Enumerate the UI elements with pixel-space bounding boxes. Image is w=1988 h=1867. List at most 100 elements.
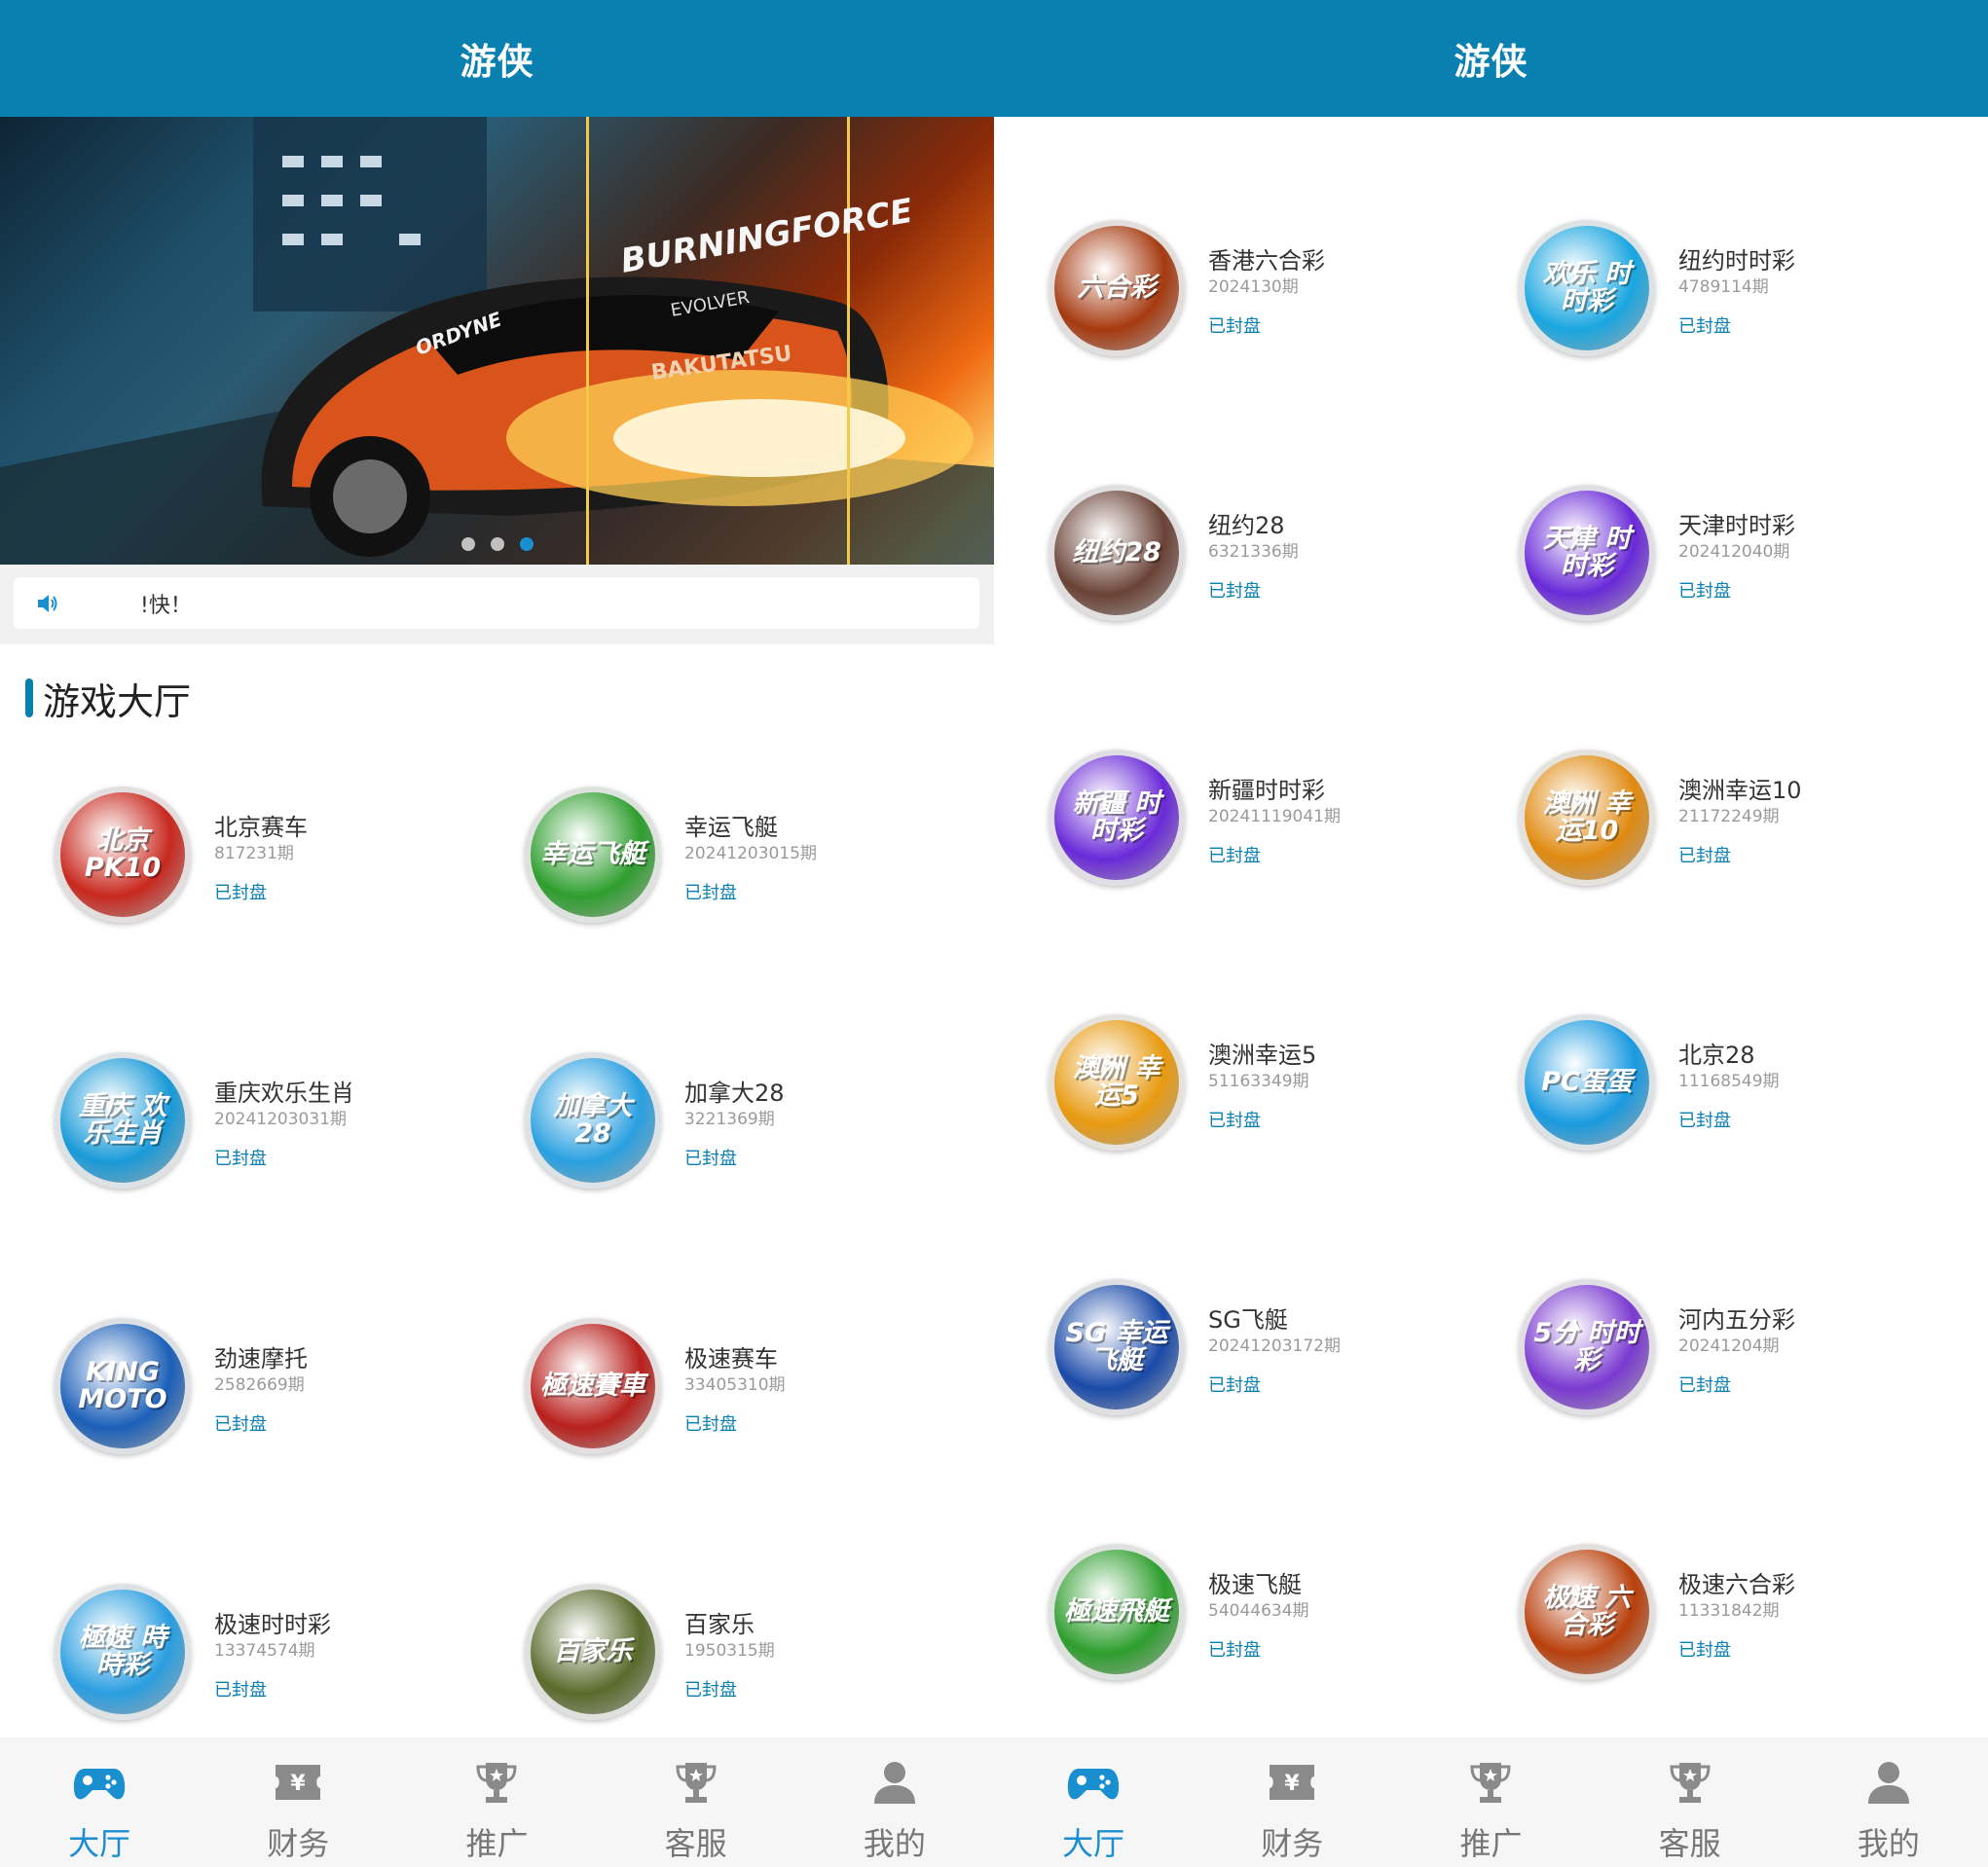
game-logo-icon[interactable]: 百家乐 (525, 1584, 661, 1720)
game-card[interactable]: 天津 时时彩 天津时时彩 202412040期 已封盘 (1519, 485, 1986, 631)
game-logo-icon[interactable]: 極速飛艇 (1049, 1544, 1185, 1680)
game-card[interactable]: 极速 六合彩 极速六合彩 11331842期 已封盘 (1519, 1544, 1986, 1690)
banner-car-text-1: BURNINGFORCE (618, 192, 916, 281)
lobby-screen-right: 游侠 六合彩 香港六合彩 2024130期 已封盘 欢乐 时时彩 纽约时时彩 4789114… (994, 0, 1988, 1867)
game-card[interactable]: 新疆 时时彩 新疆时时彩 20241119041期 已封盘 (1049, 750, 1516, 896)
tab-item[interactable]: 大厅 (26, 1738, 172, 1867)
game-issue-number: 54044634期 (1208, 1601, 1309, 1621)
game-logo-icon[interactable]: 加拿大28 (525, 1052, 661, 1189)
game-issue-number: 20241203031期 (214, 1110, 347, 1129)
tab-label: 客服 (664, 1825, 727, 1862)
game-logo-icon[interactable]: 六合彩 (1049, 220, 1185, 356)
game-card[interactable]: 纽约28 纽约28 6321336期 已封盘 (1049, 485, 1516, 631)
tab-item[interactable]: 推广 (423, 1738, 570, 1867)
trophy-icon (1470, 1763, 1511, 1803)
game-name: 北京28 (1678, 1042, 1755, 1069)
game-issue-number: 3221369期 (684, 1110, 775, 1129)
game-logo-icon[interactable]: 極速賽車 (525, 1318, 661, 1454)
game-logo-text: 百家乐 (553, 1635, 633, 1666)
game-logo-icon[interactable]: 澳洲 幸运5 (1049, 1014, 1185, 1151)
section-accent-bar (25, 678, 33, 717)
tab-item[interactable]: 客服 (1617, 1738, 1763, 1867)
game-logo-icon[interactable]: KING MOTO (55, 1318, 191, 1454)
game-logo-icon[interactable]: 澳洲 幸运10 (1519, 750, 1655, 886)
game-card[interactable]: 重庆 欢乐生肖 重庆欢乐生肖 20241203031期 已封盘 (55, 1052, 522, 1198)
game-card[interactable]: SG 幸运飞艇 SG飞艇 20241203172期 已封盘 (1049, 1279, 1516, 1425)
game-card[interactable]: 幸运飞艇 幸运飞艇 20241203015期 已封盘 (525, 787, 992, 933)
game-logo-icon[interactable]: PC蛋蛋 (1519, 1014, 1655, 1151)
game-logo-text: 幸运飞艇 (540, 838, 645, 869)
game-name: 极速六合彩 (1678, 1571, 1795, 1598)
user-icon (1867, 1762, 1909, 1804)
game-logo-icon[interactable]: 极速 六合彩 (1519, 1544, 1655, 1680)
game-logo-icon[interactable]: 纽约28 (1049, 485, 1185, 621)
game-logo-text: 纽约28 (1072, 536, 1161, 567)
game-card[interactable]: PC蛋蛋 北京28 11168549期 已封盘 (1519, 1014, 1986, 1160)
carousel-dot[interactable] (490, 537, 504, 551)
game-logo-text: 5分 时时彩 (1533, 1317, 1640, 1375)
carousel-dot[interactable] (460, 537, 475, 551)
game-name: 纽约时时彩 (1678, 247, 1795, 275)
game-issue-number: 51163349期 (1208, 1072, 1309, 1091)
section-heading: 游戏大厅 (25, 676, 191, 723)
tab-item[interactable]: 客服 (623, 1738, 769, 1867)
game-logo-text: 欢乐 时时彩 (1542, 258, 1632, 316)
game-card[interactable]: 澳洲 幸运5 澳洲幸运5 51163349期 已封盘 (1049, 1014, 1516, 1160)
top-bar: 游侠 (0, 0, 994, 117)
game-issue-number: 202412040期 (1678, 542, 1790, 562)
game-card[interactable]: 極速賽車 极速赛车 33405310期 已封盘 (525, 1318, 992, 1464)
game-card[interactable]: 極速飛艇 极速飞艇 54044634期 已封盘 (1049, 1544, 1516, 1690)
game-status: 已封盘 (684, 1149, 737, 1169)
game-name: 极速赛车 (684, 1345, 778, 1373)
game-card[interactable]: KING MOTO 劲速摩托 2582669期 已封盘 (55, 1318, 522, 1464)
tab-item[interactable]: ¥ 财务 (225, 1738, 371, 1867)
notice-bar-wrapper: !快！ (0, 565, 994, 644)
game-logo-icon[interactable]: 極速 時時彩 (55, 1584, 191, 1720)
game-card[interactable]: 欢乐 时时彩 纽约时时彩 4789114期 已封盘 (1519, 220, 1986, 366)
tab-item[interactable]: 推广 (1417, 1738, 1564, 1867)
game-logo-icon[interactable]: 北京PK10 (55, 787, 191, 923)
lobby-screen-left: 游侠 BURNINGFORCE EVOLVER BAKUTATSU ORDYNE… (0, 0, 994, 1867)
game-card[interactable]: 百家乐 百家乐 1950315期 已封盘 (525, 1584, 992, 1730)
page-title: 游侠 (460, 41, 534, 83)
game-logo-text: 六合彩 (1077, 272, 1157, 303)
game-logo-text: 澳洲 幸运5 (1072, 1052, 1161, 1111)
game-logo-icon[interactable]: 新疆 时时彩 (1049, 750, 1185, 886)
game-logo-text: 澳洲 幸运10 (1542, 787, 1632, 846)
banner-carousel[interactable]: BURNINGFORCE EVOLVER BAKUTATSU ORDYNE (0, 117, 994, 565)
game-logo-icon[interactable]: 5分 时时彩 (1519, 1279, 1655, 1415)
game-card[interactable]: 極速 時時彩 极速时时彩 13374574期 已封盘 (55, 1584, 522, 1730)
game-logo-icon[interactable]: 天津 时时彩 (1519, 485, 1655, 621)
game-status: 已封盘 (214, 1680, 267, 1701)
gamepad-icon (1067, 1769, 1120, 1800)
game-status: 已封盘 (1678, 581, 1731, 602)
game-logo-icon[interactable]: SG 幸运飞艇 (1049, 1279, 1185, 1415)
tab-item[interactable]: 我的 (822, 1738, 968, 1867)
game-status: 已封盘 (1208, 581, 1261, 602)
game-name: 纽约28 (1208, 512, 1285, 539)
game-logo-text: KING MOTO (78, 1356, 167, 1414)
game-card[interactable]: 加拿大28 加拿大28 3221369期 已封盘 (525, 1052, 992, 1198)
tab-label: 推广 (465, 1825, 529, 1862)
tab-item[interactable]: 我的 (1816, 1738, 1962, 1867)
tab-item[interactable]: 大厅 (1020, 1738, 1166, 1867)
tab-item[interactable]: ¥ 财务 (1219, 1738, 1365, 1867)
game-issue-number: 13374574期 (214, 1641, 315, 1661)
game-name: 澳洲幸运5 (1208, 1042, 1317, 1069)
game-logo-text: 重庆 欢乐生肖 (78, 1090, 167, 1149)
game-card[interactable]: 澳洲 幸运10 澳洲幸运10 21172249期 已封盘 (1519, 750, 1986, 896)
game-logo-icon[interactable]: 重庆 欢乐生肖 (55, 1052, 191, 1189)
game-card[interactable]: 5分 时时彩 河内五分彩 20241204期 已封盘 (1519, 1279, 1986, 1425)
notice-bar[interactable]: !快！ (14, 577, 979, 629)
game-status: 已封盘 (1208, 1111, 1261, 1131)
carousel-dot-active[interactable] (519, 537, 534, 551)
top-bar: 游侠 (994, 0, 1988, 117)
trophy-icon (1670, 1763, 1711, 1803)
game-card[interactable]: 北京PK10 北京赛车 817231期 已封盘 (55, 787, 522, 933)
game-card[interactable]: 六合彩 香港六合彩 2024130期 已封盘 (1049, 220, 1516, 366)
game-logo-icon[interactable]: 幸运飞艇 (525, 787, 661, 923)
section-title: 游戏大厅 (43, 679, 192, 723)
game-status: 已封盘 (684, 1414, 737, 1435)
game-issue-number: 21172249期 (1678, 807, 1780, 826)
game-logo-icon[interactable]: 欢乐 时时彩 (1519, 220, 1655, 356)
